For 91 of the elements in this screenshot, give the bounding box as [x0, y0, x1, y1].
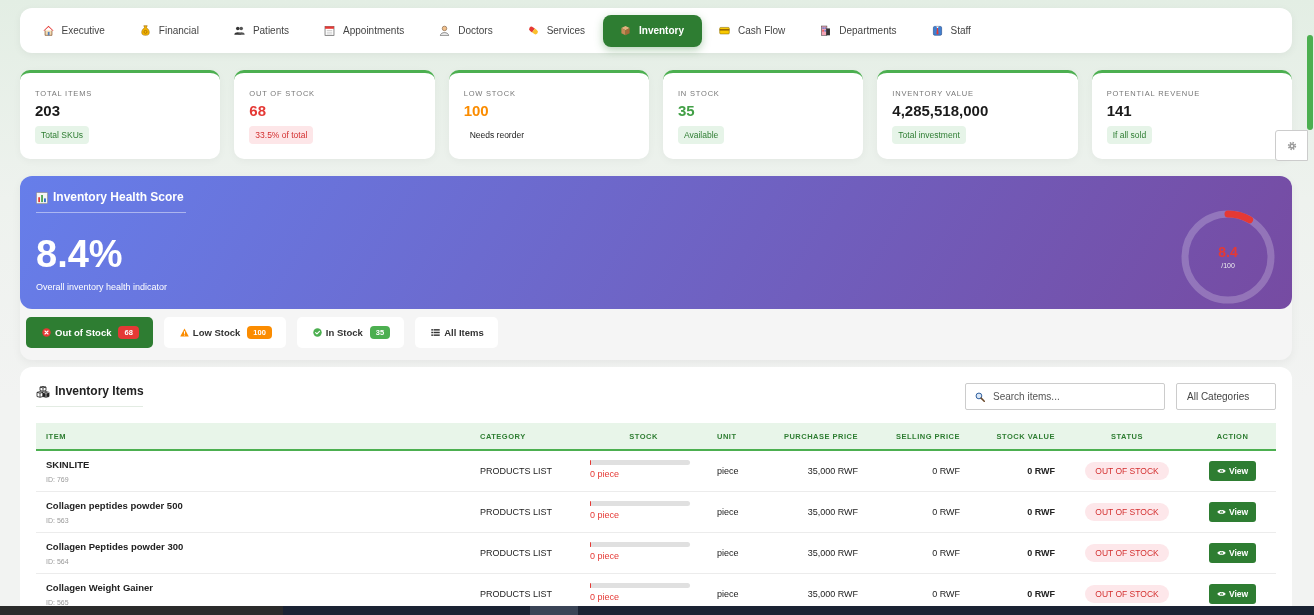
- item-name: SKINLITE: [46, 458, 90, 471]
- stat-value: 35: [678, 102, 695, 120]
- section-title: Inventory Items: [55, 384, 144, 399]
- stat-badge: Total investment: [892, 126, 966, 144]
- nav-tab[interactable]: Cash Flow: [701, 14, 803, 47]
- unit-text: piece: [717, 466, 739, 476]
- money-bag-icon: [139, 25, 151, 36]
- stat-badge: If all sold: [1106, 126, 1153, 144]
- pill-icon: [527, 25, 539, 36]
- category-text: PRODUCTS LIST: [480, 548, 552, 558]
- status-badge: OUT OF STOCK: [1085, 462, 1169, 480]
- search-field[interactable]: Search items...: [965, 383, 1165, 410]
- selling-price: 0 RWF: [932, 589, 960, 599]
- status-badge: OUT OF STOCK: [1085, 544, 1169, 562]
- house-icon: [42, 25, 54, 36]
- category-select[interactable]: All Categories: [1176, 383, 1276, 410]
- box-icon: [620, 25, 631, 36]
- category-text: PRODUCTS LIST: [480, 589, 552, 599]
- health-score: 8.4%: [36, 233, 123, 275]
- nav-tab[interactable]: Inventory: [602, 14, 702, 47]
- nav-tab[interactable]: Doctors: [421, 14, 511, 47]
- necktie-shirt-icon: [931, 25, 943, 36]
- taskbar-item[interactable]: [530, 606, 578, 615]
- gauge-value: 8.4: [1218, 243, 1238, 260]
- view-button[interactable]: View: [1208, 502, 1257, 522]
- purchase-price: 35,000 RWF: [807, 548, 858, 558]
- stat-value: 100: [463, 102, 489, 120]
- unit-text: piece: [717, 589, 739, 599]
- unit-text: piece: [717, 507, 739, 517]
- stock-value: 0 RWF: [1027, 466, 1055, 476]
- stat-note: Needs reorder: [468, 129, 525, 142]
- selling-price: 0 RWF: [932, 548, 960, 558]
- eye-icon: [1216, 509, 1226, 515]
- bar-chart-icon: [36, 191, 48, 204]
- view-button[interactable]: View: [1208, 584, 1257, 604]
- item-name: Collagen peptides powder 500: [46, 499, 183, 512]
- selling-price: 0 RWF: [932, 507, 960, 517]
- calendar-icon: [324, 25, 336, 36]
- category-text: PRODUCTS LIST: [480, 507, 552, 517]
- category-text: PRODUCTS LIST: [480, 466, 552, 476]
- people-icon: [233, 25, 245, 36]
- stock-value: 0 RWF: [1027, 548, 1055, 558]
- settings-button[interactable]: [1275, 130, 1308, 161]
- purchase-price: 35,000 RWF: [807, 466, 858, 476]
- nav-tab[interactable]: Staff: [914, 14, 989, 47]
- person-icon: [439, 25, 451, 36]
- selling-price: 0 RWF: [932, 466, 960, 476]
- scrollbar-thumb[interactable]: [1307, 35, 1313, 130]
- building-icon: [820, 25, 832, 36]
- check-circle-icon: [312, 328, 322, 337]
- eye-icon: [1216, 591, 1226, 597]
- stock-reading: 0 piece: [590, 551, 620, 562]
- stat-badge: Total SKUs: [35, 126, 90, 144]
- stock-reading: 0 piece: [590, 592, 620, 603]
- list-icon: [431, 328, 441, 337]
- filter-button[interactable]: All Items: [415, 317, 498, 348]
- eye-icon: [1216, 550, 1226, 556]
- health-title: Inventory Health Score: [53, 190, 184, 205]
- nav-tab[interactable]: Executive: [25, 14, 123, 47]
- nav-tab[interactable]: Financial: [122, 14, 217, 47]
- unit-text: piece: [717, 548, 739, 558]
- boxes-icon: [36, 385, 50, 398]
- view-button[interactable]: View: [1208, 543, 1257, 563]
- nav-tab[interactable]: Appointments: [306, 14, 422, 47]
- item-name: Collagen Weight Gainer: [46, 581, 153, 594]
- stock-value: 0 RWF: [1027, 507, 1055, 517]
- card-icon: [719, 25, 730, 36]
- status-badge: OUT OF STOCK: [1085, 585, 1169, 603]
- stat-badge: Available: [678, 126, 725, 144]
- item-name: Collagen Peptides powder 300: [46, 540, 184, 553]
- stat-value: 203: [35, 102, 61, 120]
- stat-value: 68: [249, 102, 266, 120]
- view-button[interactable]: View: [1208, 461, 1257, 481]
- x-circle-icon: [42, 328, 51, 337]
- stat-value: 4,285,518,000: [892, 102, 989, 120]
- status-badge: OUT OF STOCK: [1085, 503, 1169, 521]
- nav-tab[interactable]: Services: [510, 14, 603, 47]
- stat-badge: 33.5% of total: [249, 126, 314, 144]
- warning-icon: [179, 328, 189, 337]
- nav-tab[interactable]: Departments: [802, 14, 914, 47]
- stock-reading: 0 piece: [590, 469, 620, 480]
- stock-reading: 0 piece: [590, 510, 620, 521]
- nav-tab[interactable]: Patients: [216, 14, 307, 47]
- stat-value: 141: [1106, 102, 1132, 120]
- purchase-price: 35,000 RWF: [807, 507, 858, 517]
- stock-value: 0 RWF: [1027, 589, 1055, 599]
- eye-icon: [1216, 468, 1226, 474]
- purchase-price: 35,000 RWF: [807, 589, 858, 599]
- search-icon: [975, 391, 985, 402]
- settings-icon: [1286, 140, 1297, 151]
- health-caption: Overall inventory health indicator: [36, 281, 168, 293]
